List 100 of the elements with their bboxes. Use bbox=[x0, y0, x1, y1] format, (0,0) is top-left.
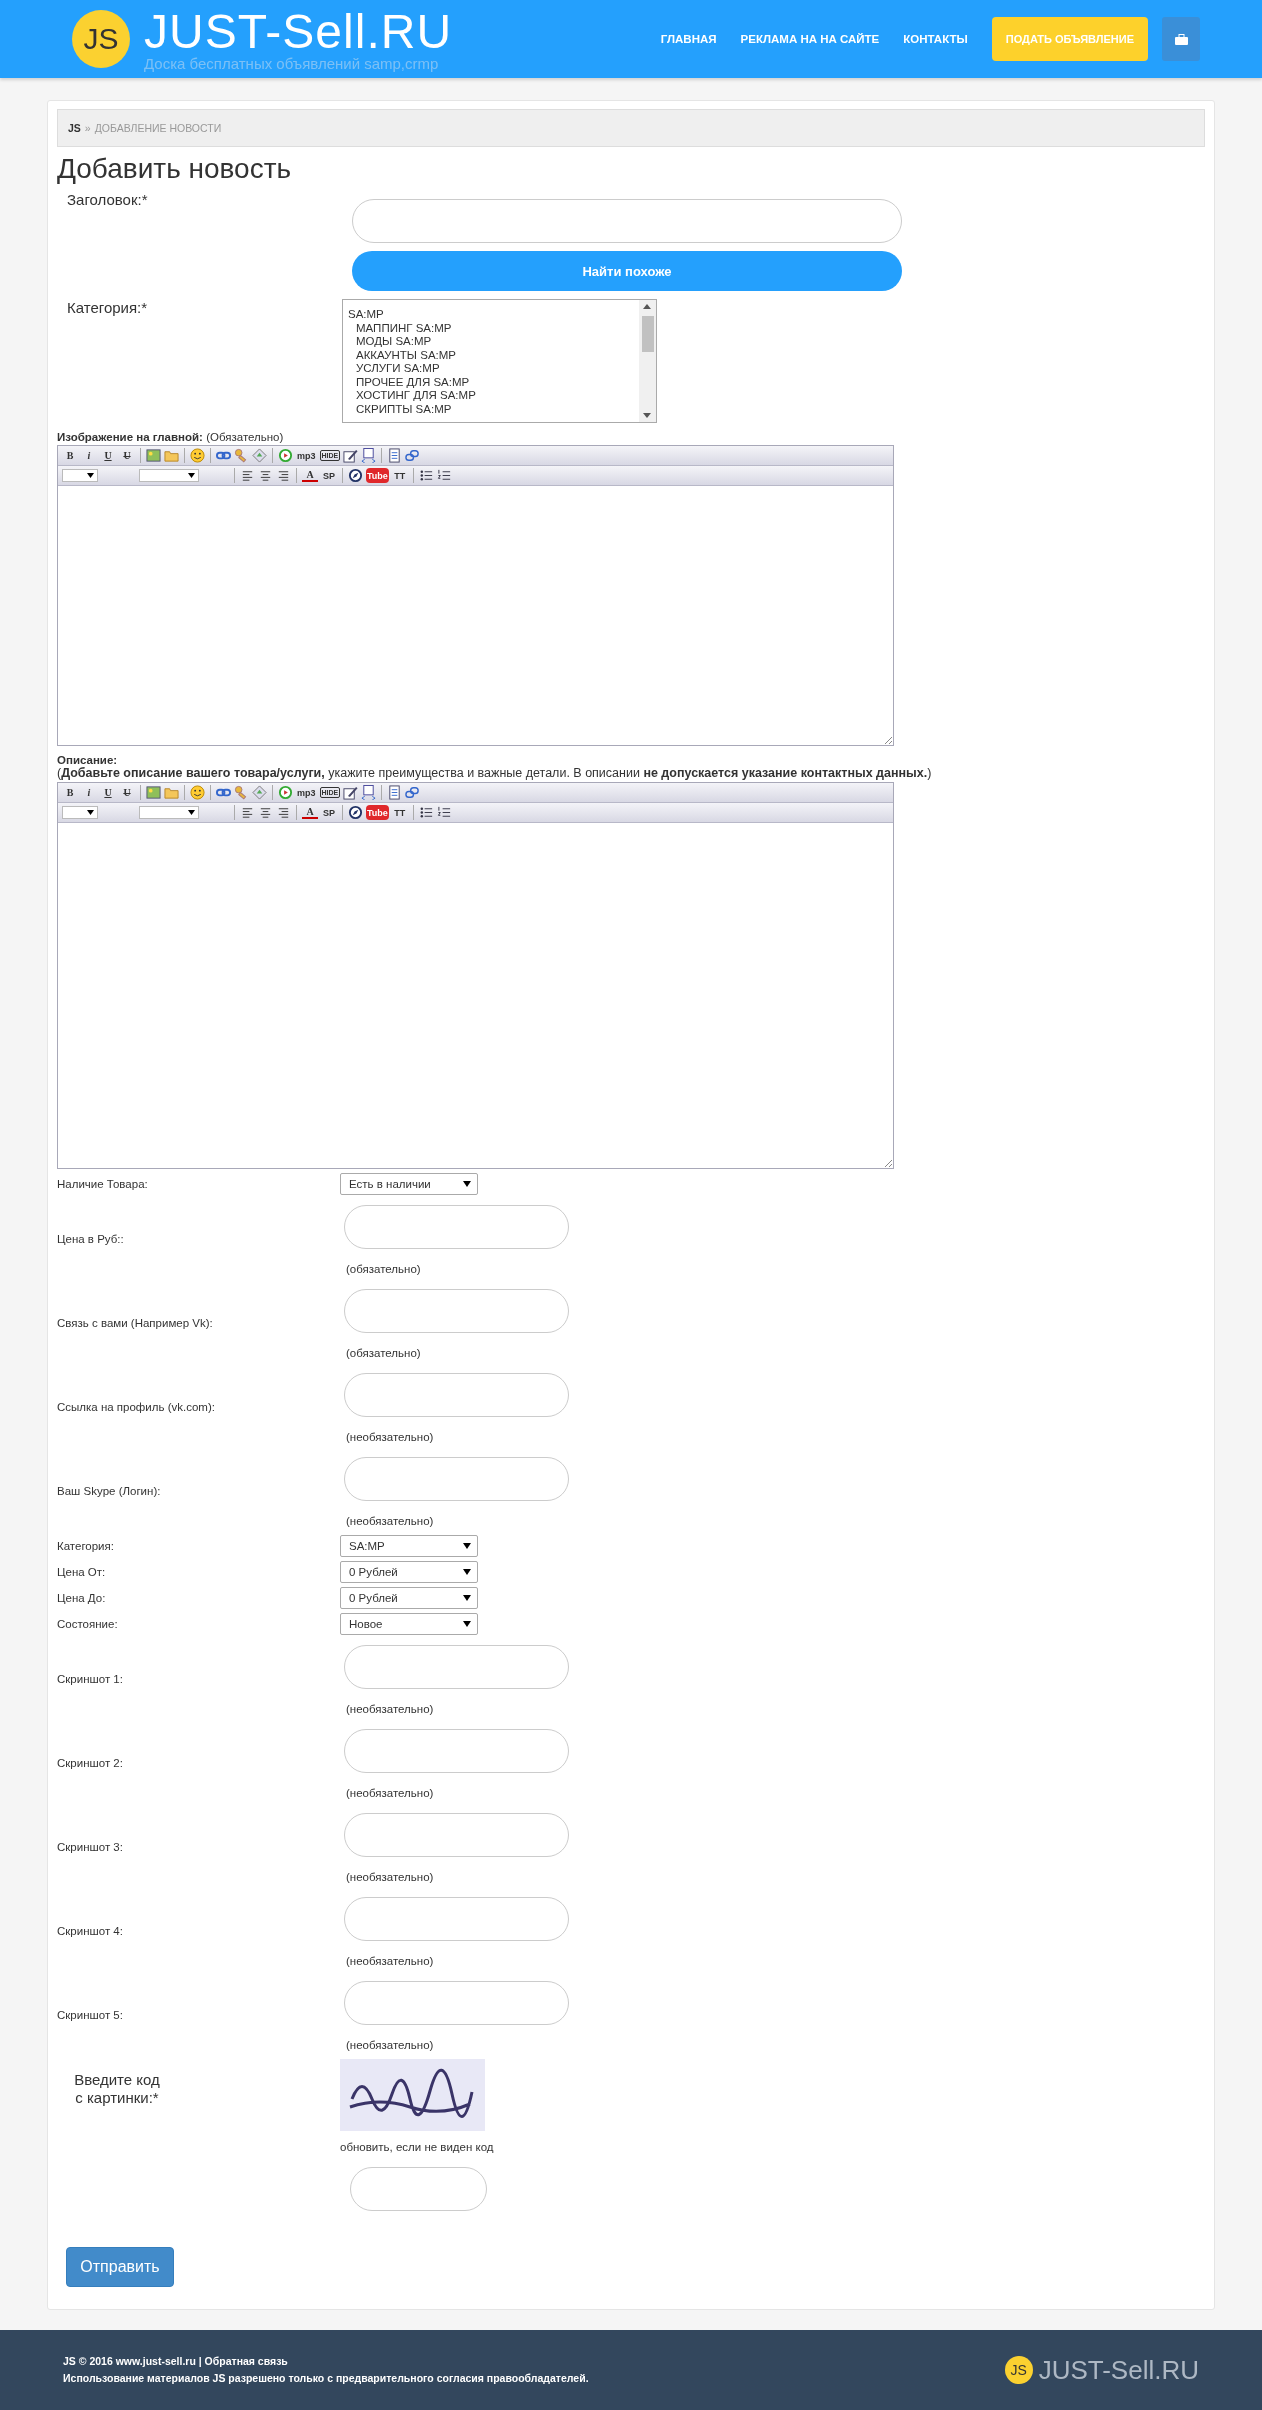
briefcase-button[interactable] bbox=[1162, 17, 1200, 61]
smiley-icon[interactable] bbox=[190, 785, 205, 800]
field-label: Скриншот 1: bbox=[57, 1673, 124, 1685]
italic-button[interactable]: i bbox=[81, 448, 97, 463]
compass-icon[interactable] bbox=[348, 468, 363, 483]
edit-icon[interactable] bbox=[343, 785, 359, 800]
category-option[interactable]: АККАУНТЫ SA:MP bbox=[348, 348, 457, 362]
resize-grip-icon[interactable] bbox=[884, 736, 892, 744]
numbered-list-icon[interactable] bbox=[436, 468, 452, 483]
select-field[interactable]: SA:MP bbox=[340, 1535, 478, 1557]
input-field[interactable] bbox=[344, 1457, 569, 1501]
toolbar-button[interactable]: TT bbox=[391, 805, 408, 820]
input-field[interactable] bbox=[344, 1289, 569, 1333]
caret-icon bbox=[463, 1621, 471, 1627]
font-dropdown[interactable] bbox=[139, 806, 199, 819]
bold-button[interactable]: B bbox=[62, 785, 78, 800]
select-field[interactable]: Есть в наличии bbox=[340, 1173, 478, 1195]
input-field[interactable] bbox=[344, 1813, 569, 1857]
font-dropdown[interactable] bbox=[139, 469, 199, 482]
captcha-input[interactable] bbox=[350, 2167, 487, 2211]
select-field[interactable]: 0 Рублей bbox=[340, 1561, 478, 1583]
page-icon[interactable] bbox=[387, 785, 403, 800]
input-field[interactable] bbox=[344, 1205, 569, 1249]
toolbar-button[interactable]: mp3 bbox=[296, 448, 317, 463]
folder-icon[interactable] bbox=[164, 785, 179, 800]
category-option[interactable]: SA:MP bbox=[348, 308, 384, 322]
edit-icon[interactable] bbox=[343, 448, 359, 463]
paste-icon[interactable] bbox=[252, 785, 267, 800]
underline-button[interactable]: U bbox=[100, 785, 116, 800]
strikethrough-button[interactable]: U bbox=[119, 785, 135, 800]
video-button[interactable]: Tube bbox=[366, 805, 389, 820]
resize-grip-icon[interactable] bbox=[884, 1159, 892, 1167]
category-option[interactable]: ХОСТИНГ ДЛЯ SA:MP bbox=[348, 389, 476, 403]
title-input[interactable] bbox=[352, 199, 902, 243]
page-icon[interactable] bbox=[387, 448, 403, 463]
bulleted-list-icon[interactable] bbox=[418, 805, 434, 820]
caret-icon bbox=[463, 1543, 471, 1549]
play-icon[interactable] bbox=[278, 448, 293, 463]
submit-button[interactable]: Отправить bbox=[66, 2247, 174, 2287]
input-field[interactable] bbox=[344, 1373, 569, 1417]
image-icon[interactable] bbox=[146, 785, 161, 800]
text-color-button[interactable]: A bbox=[302, 806, 318, 819]
key-icon[interactable] bbox=[234, 448, 249, 463]
scroll-up-icon[interactable] bbox=[643, 304, 651, 309]
refresh-captcha-link[interactable]: обновить, если не виден код bbox=[340, 2141, 1205, 2153]
image-icon[interactable] bbox=[146, 448, 161, 463]
paste-icon[interactable] bbox=[252, 448, 267, 463]
category-listbox[interactable]: SA:MP МАППИНГ SA:MP МОДЫ SA:MP АККАУНТЫ SA:MP УСЛУГИ SA:MP ПРОЧЕЕ ДЛЯ SA:MP ХОСТИНГ ДЛЯ SA:MP СКРИПТЫ SA:MP bbox=[342, 299, 657, 423]
briefcase-icon[interactable] bbox=[1174, 33, 1188, 45]
font-dropdown[interactable] bbox=[62, 469, 98, 482]
align-right-icon[interactable] bbox=[276, 805, 291, 820]
footer-site-name: JUST-Sell.RU bbox=[1038, 2354, 1199, 2386]
select-field[interactable]: 0 Рублей bbox=[340, 1587, 478, 1609]
bold-button[interactable]: B bbox=[62, 448, 78, 463]
field-note: (обязательно) bbox=[346, 1262, 422, 1276]
underline-button[interactable]: U bbox=[100, 448, 116, 463]
code-icon[interactable] bbox=[361, 785, 377, 800]
logo-badge[interactable]: JS bbox=[72, 10, 130, 68]
compass-icon[interactable] bbox=[348, 805, 363, 820]
chain-icon[interactable] bbox=[405, 785, 421, 800]
text-color-button[interactable]: A bbox=[302, 469, 318, 482]
field-label: Связь с вами (Например Vk): bbox=[57, 1317, 214, 1329]
font-dropdown[interactable] bbox=[62, 806, 98, 819]
code-icon[interactable] bbox=[361, 448, 377, 463]
breadcrumb-current: ДОБАВЛЕНИЕ НОВОСТИ bbox=[94, 122, 222, 134]
category-option[interactable]: МАППИНГ SA:MP bbox=[348, 321, 452, 335]
footer-copyright: JS © 2016 www.just-sell.ru | Обратная связь bbox=[63, 2354, 289, 2369]
toolbar-button[interactable]: TT bbox=[391, 468, 408, 483]
select-field[interactable]: Новое bbox=[340, 1613, 478, 1635]
align-left-icon[interactable] bbox=[240, 468, 255, 483]
scrollbar[interactable] bbox=[639, 300, 656, 422]
category-option[interactable]: МОДЫ SA:MP bbox=[348, 335, 432, 349]
video-button[interactable]: Tube bbox=[366, 468, 389, 483]
align-left-icon[interactable] bbox=[240, 805, 255, 820]
input-field[interactable] bbox=[344, 1981, 569, 2025]
breadcrumb-link[interactable]: JS bbox=[68, 122, 81, 134]
smiley-icon[interactable] bbox=[190, 448, 205, 463]
italic-button[interactable]: i bbox=[81, 785, 97, 800]
key-icon[interactable] bbox=[234, 785, 249, 800]
input-field[interactable] bbox=[344, 1729, 569, 1773]
scroll-down-icon[interactable] bbox=[643, 413, 651, 418]
toolbar-button[interactable]: mp3 bbox=[296, 785, 317, 800]
toolbar-button[interactable]: SP bbox=[321, 805, 337, 820]
align-center-icon[interactable] bbox=[258, 468, 273, 483]
toolbar-button[interactable]: SP bbox=[321, 468, 337, 483]
align-right-icon[interactable] bbox=[276, 468, 291, 483]
input-field[interactable] bbox=[344, 1897, 569, 1941]
category-option[interactable]: ПРОЧЕЕ ДЛЯ SA:MP bbox=[348, 375, 470, 389]
input-field[interactable] bbox=[344, 1645, 569, 1689]
chain-icon[interactable] bbox=[405, 448, 421, 463]
field-label: Цена До: bbox=[57, 1592, 107, 1604]
bulleted-list-icon[interactable] bbox=[418, 468, 434, 483]
align-center-icon[interactable] bbox=[258, 805, 273, 820]
folder-icon[interactable] bbox=[164, 448, 179, 463]
scrollbar-thumb[interactable] bbox=[642, 316, 654, 352]
category-option[interactable]: СКРИПТЫ SA:MP bbox=[348, 402, 452, 416]
numbered-list-icon[interactable] bbox=[436, 805, 452, 820]
strikethrough-button[interactable]: U bbox=[119, 448, 135, 463]
play-icon[interactable] bbox=[278, 785, 293, 800]
category-option[interactable]: УСЛУГИ SA:MP bbox=[348, 362, 440, 376]
